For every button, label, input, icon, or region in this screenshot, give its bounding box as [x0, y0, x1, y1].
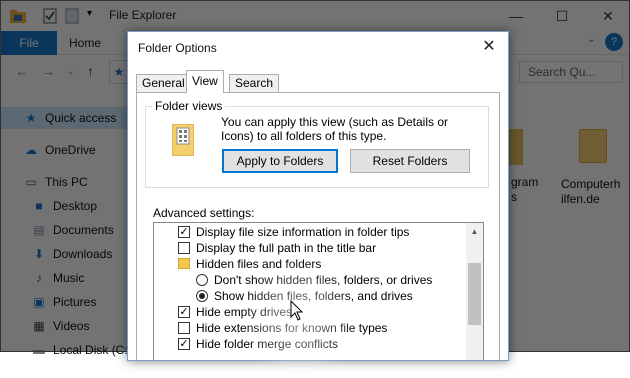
checkbox-checked[interactable]: ✓: [178, 306, 190, 318]
checkbox-checked[interactable]: ✓: [178, 226, 190, 238]
tab-search[interactable]: Search: [229, 74, 280, 92]
documents-icon: ▤: [33, 223, 45, 237]
nav-item-pictures[interactable]: ▣ Pictures: [31, 291, 96, 313]
checkbox-unchecked[interactable]: [178, 242, 190, 254]
scroll-thumb[interactable]: [468, 263, 481, 325]
nav-item-documents[interactable]: ▤ Documents: [31, 219, 113, 241]
folder-icon: [178, 258, 190, 269]
drive-icon: ▬: [33, 343, 45, 357]
nav-item-videos[interactable]: ▦ Videos: [31, 315, 89, 337]
navigation-pane: ★ Quick access ☁ OneDrive ▭ This PC ■ Deskto…: [1, 101, 132, 357]
folder-views-legend: Folder views: [152, 99, 226, 113]
nav-item-local-disk[interactable]: ▬ Local Disk (C:): [31, 339, 132, 361]
apply-to-folders-button[interactable]: Apply to Folders: [222, 149, 338, 173]
close-window-button[interactable]: ✕: [593, 5, 623, 27]
videos-icon: ▦: [33, 319, 45, 333]
tab-view[interactable]: View: [186, 70, 224, 93]
title-bar: ▾ File Explorer — ☐ ✕: [1, 1, 629, 31]
up-icon[interactable]: ↑: [87, 63, 94, 79]
forward-icon[interactable]: →: [41, 63, 55, 79]
advanced-settings-label: Advanced settings:: [153, 206, 255, 220]
maximize-button[interactable]: ☐: [547, 5, 577, 27]
mouse-cursor-icon: [290, 299, 304, 322]
advanced-settings-list[interactable]: ✓ Display file size information in folde…: [153, 222, 484, 360]
nav-item-onedrive[interactable]: ☁ OneDrive: [23, 139, 96, 161]
help-icon[interactable]: ?: [605, 33, 623, 51]
checkbox-checked[interactable]: ✓: [178, 338, 190, 350]
nav-item-downloads[interactable]: ⬇ Downloads: [31, 243, 112, 265]
expand-ribbon-icon[interactable]: ⌄: [587, 34, 595, 45]
vertical-scrollbar[interactable]: ▲: [466, 223, 483, 360]
folder-icon: [579, 129, 607, 163]
scroll-up-icon[interactable]: ▲: [466, 223, 483, 240]
music-icon: ♪: [36, 271, 42, 285]
radio-selected[interactable]: [196, 290, 208, 302]
cloud-icon: ☁: [25, 143, 37, 157]
dialog-title: Folder Options: [138, 41, 217, 55]
pictures-icon: ▣: [33, 295, 45, 309]
reset-folders-button[interactable]: Reset Folders: [350, 149, 470, 173]
partial-folder-icon: [509, 129, 523, 165]
back-icon[interactable]: ←: [15, 63, 29, 79]
tab-general[interactable]: General: [136, 74, 191, 92]
folder-options-dialog: Folder Options ✕ General View Search Fol…: [127, 31, 509, 361]
desktop-icon: ■: [35, 199, 43, 213]
nav-item-music[interactable]: ♪ Music: [31, 267, 84, 289]
dialog-close-button[interactable]: ✕: [478, 36, 500, 58]
recent-locations-icon[interactable]: ⌄: [67, 66, 75, 77]
download-icon: ⬇: [33, 247, 45, 261]
tab-file[interactable]: File: [1, 31, 57, 55]
folder-icon: [9, 8, 27, 24]
checkbox-unchecked[interactable]: [178, 322, 190, 334]
star-icon: ★: [25, 111, 37, 125]
nav-item-quick-access[interactable]: ★ Quick access: [1, 107, 131, 129]
search-input[interactable]: Search Qu...: [519, 61, 623, 83]
partial-item-label[interactable]: gram s: [511, 175, 538, 205]
customize-qat-icon[interactable]: ▾: [87, 8, 92, 24]
nav-item-this-pc[interactable]: ▭ This PC: [23, 171, 87, 193]
nav-item-desktop[interactable]: ■ Desktop: [31, 195, 97, 217]
window-title: File Explorer: [109, 8, 177, 22]
tab-home[interactable]: Home: [69, 31, 101, 55]
folder-views-description: You can apply this view (such as Details…: [221, 115, 449, 143]
folder-item-computerhilfen[interactable]: Computerh ilfen.de: [561, 129, 620, 207]
new-folder-icon[interactable]: [65, 8, 79, 24]
properties-icon[interactable]: [43, 8, 57, 24]
computer-icon: ▭: [25, 175, 37, 189]
minimize-button[interactable]: —: [501, 5, 531, 27]
folder-views-icon: [171, 123, 195, 157]
radio-unselected[interactable]: [196, 274, 208, 286]
quick-access-star-icon: ★: [109, 60, 129, 84]
